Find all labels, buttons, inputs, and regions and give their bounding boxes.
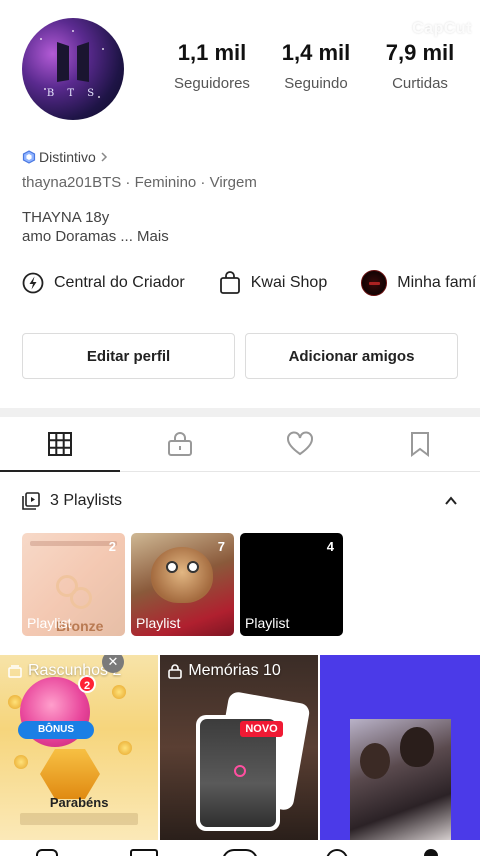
bts-logo-icon <box>57 42 89 82</box>
tab-saved[interactable] <box>360 417 480 471</box>
stat-following[interactable]: 1,4 mil Seguindo <box>264 40 368 92</box>
playlist-icon <box>22 492 40 510</box>
congrats-text: Parabéns <box>49 795 109 810</box>
family-link[interactable]: Minha famí <box>361 270 476 296</box>
posts-grid: 2 BÔNUS Parabéns Rascunhos 2 ✕ NOVO Memó… <box>0 655 480 840</box>
badge-hexagon-icon <box>22 150 36 164</box>
bonus-label: BÔNUS <box>18 721 94 739</box>
bottom-navigation <box>0 840 480 856</box>
stat-value: 1,1 mil <box>177 40 247 65</box>
heart-icon <box>287 431 313 456</box>
stat-value: 1,4 mil <box>281 40 351 65</box>
add-friends-button[interactable]: Adicionar amigos <box>245 333 458 379</box>
memories-cell[interactable]: NOVO Memórias 10 <box>160 655 318 840</box>
video-cell[interactable] <box>319 655 480 840</box>
stat-label: Seguindo <box>284 75 348 92</box>
section-divider <box>0 408 480 417</box>
video-thumbnail <box>349 719 451 840</box>
grid-icon <box>48 432 72 456</box>
tab-posts[interactable] <box>0 417 120 472</box>
link-label: Central do Criador <box>54 274 185 291</box>
memories-title: Memórias 10 <box>168 662 281 680</box>
profile-info: thayna201BTS · Feminino · Virgem <box>22 174 257 191</box>
stat-likes[interactable]: 7,9 mil Curtidas <box>368 40 472 92</box>
stat-followers[interactable]: 1,1 mil Seguidores <box>160 40 264 92</box>
hexagon-reward-icon <box>40 749 100 799</box>
playlist-label: Playlist <box>27 615 72 631</box>
lock-icon <box>168 664 183 679</box>
family-avatar-icon <box>361 270 388 296</box>
playlist-card[interactable]: 7 Playlist <box>131 533 234 636</box>
playlists-header[interactable]: 3 Playlists <box>22 488 458 514</box>
badge-label: Distintivo <box>39 149 96 165</box>
action-buttons: Editar perfil Adicionar amigos <box>22 333 458 379</box>
creator-links-row: Central do Criador Kwai Shop Minha famí <box>22 268 480 298</box>
chevron-right-icon <box>101 152 107 162</box>
congrats-subtext <box>20 813 139 825</box>
bio-content: amo Doramas ... <box>22 228 133 245</box>
inbox-icon[interactable] <box>326 849 348 856</box>
avatar[interactable]: B T S <box>22 18 124 120</box>
playlist-label: Playlist <box>245 615 290 631</box>
bio-text: amo Doramas ... Mais <box>22 228 169 245</box>
avatar-text: B T S <box>46 88 100 99</box>
stat-label: Curtidas <box>392 75 448 92</box>
home-icon[interactable] <box>36 849 58 856</box>
tab-liked[interactable] <box>240 417 360 471</box>
memories-label: Memórias 10 <box>188 662 281 679</box>
creator-center-link[interactable]: Central do Criador <box>22 272 185 294</box>
bio-name: THAYNA 18y <box>22 209 110 226</box>
edit-profile-button[interactable]: Editar perfil <box>22 333 235 379</box>
playlists-row: Bronze 2 Playlist 7 Playlist 4 Playlist <box>22 533 343 636</box>
chevron-up-icon[interactable] <box>444 494 458 508</box>
profile-header: B T S 1,1 mil Seguidores 1,4 mil Seguind… <box>22 18 480 122</box>
shopping-bag-icon <box>219 271 240 294</box>
lightning-circle-icon <box>22 272 44 294</box>
drafts-cell[interactable]: 2 BÔNUS Parabéns Rascunhos 2 ✕ <box>0 655 159 840</box>
stat-label: Seguidores <box>174 75 250 92</box>
stats-row: 1,1 mil Seguidores 1,4 mil Seguindo 7,9 … <box>160 40 472 92</box>
kwai-shop-link[interactable]: Kwai Shop <box>219 271 328 295</box>
bio-more-link[interactable]: Mais <box>137 228 169 245</box>
playlists-count: 3 Playlists <box>50 492 123 509</box>
lock-icon <box>168 432 192 456</box>
create-icon[interactable] <box>222 849 258 856</box>
link-label: Kwai Shop <box>250 274 328 291</box>
new-badge: NOVO <box>240 721 283 737</box>
badge-row[interactable]: Distintivo <box>22 149 109 165</box>
discover-icon[interactable] <box>130 849 158 856</box>
playlist-count: 2 <box>108 539 116 554</box>
playlist-count: 7 <box>217 539 225 554</box>
bookmark-icon <box>411 432 429 457</box>
content-tabs <box>0 417 480 472</box>
playlist-count: 4 <box>326 539 334 554</box>
drafts-stack-icon <box>8 665 22 678</box>
playlist-card[interactable]: Bronze 2 Playlist <box>22 533 125 636</box>
stat-value: 7,9 mil <box>385 40 455 65</box>
tab-private[interactable] <box>120 417 240 471</box>
playlist-label: Playlist <box>136 615 181 631</box>
playlist-card[interactable]: 4 Playlist <box>240 533 343 636</box>
link-label: Minha famí <box>397 274 477 291</box>
profile-icon[interactable] <box>424 849 438 856</box>
